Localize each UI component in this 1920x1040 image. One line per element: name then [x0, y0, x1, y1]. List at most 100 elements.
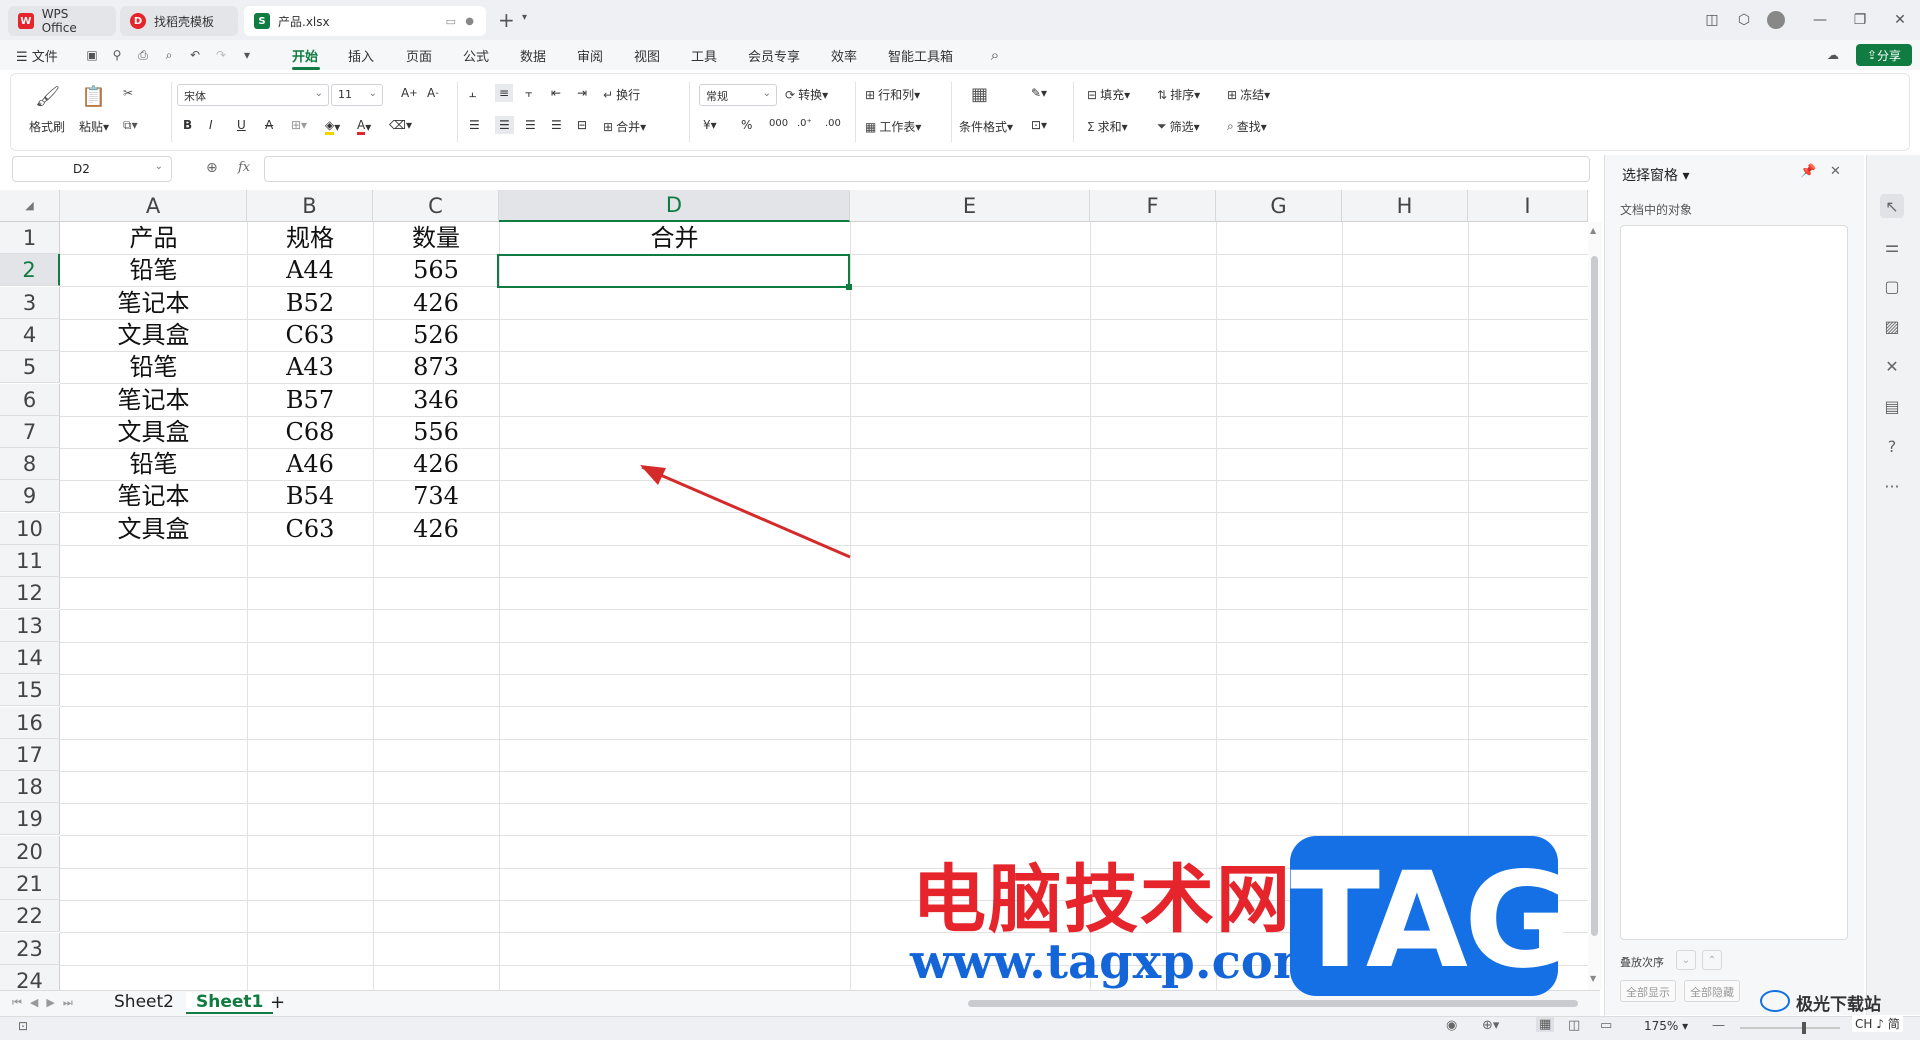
thousands-icon[interactable]: 000 [769, 118, 788, 129]
eye-protection-icon[interactable]: ◉ [1446, 1018, 1457, 1033]
italic-button[interactable]: I [209, 118, 213, 132]
eraser-icon[interactable]: ⌫▾ [389, 118, 412, 132]
zoom-level[interactable]: 175% ▾ [1644, 1019, 1688, 1033]
tab-smart-toolbox[interactable]: 智能工具箱 [888, 46, 953, 65]
tab-docer[interactable]: D 找稻壳模板 [120, 6, 238, 36]
row-header[interactable]: 2 [0, 254, 60, 286]
print-preview-icon[interactable]: ⌕ [162, 48, 176, 62]
zoom-search-icon[interactable]: ⊕ [206, 160, 218, 176]
bold-button[interactable]: B [183, 118, 192, 132]
hide-all-button[interactable]: 全部隐藏 [1684, 980, 1740, 1002]
cell-a8[interactable]: 铅笔 [60, 448, 247, 480]
scroll-down-icon[interactable]: ▼ [1590, 974, 1596, 983]
column-header-a[interactable]: A [60, 190, 247, 222]
book-icon[interactable]: ▤ [1880, 394, 1904, 418]
rows-cols-button[interactable]: ⊞ 行和列 ▾ [865, 86, 920, 103]
cell-b5[interactable]: A43 [247, 351, 373, 383]
chevron-down-icon[interactable]: ▾ [522, 12, 527, 23]
cell-b6[interactable]: B57 [247, 384, 373, 416]
row-header[interactable]: 22 [0, 900, 60, 932]
cell-a7[interactable]: 文具盒 [60, 416, 247, 448]
name-box[interactable]: D2 ⌄ [12, 156, 172, 182]
freeze-button[interactable]: ⊞ 冻结 ▾ [1227, 86, 1270, 103]
normal-view-icon[interactable]: ▦ [1536, 1017, 1555, 1032]
page-break-icon[interactable]: ▭ [1600, 1018, 1612, 1033]
sum-button[interactable]: Σ 求和 ▾ [1087, 118, 1128, 135]
tab-view[interactable]: 视图 [634, 46, 660, 65]
customize-chevron-icon[interactable]: ▾ [240, 48, 254, 62]
cell-c2[interactable]: 565 [373, 254, 499, 286]
increase-font-icon[interactable]: A + [401, 86, 418, 100]
avatar[interactable] [1762, 8, 1790, 32]
scroll-up-icon[interactable]: ▲ [1590, 226, 1596, 235]
search-icon[interactable]: ⌕ [988, 46, 1002, 64]
cell-b2[interactable]: A44 [247, 254, 373, 286]
convert-button[interactable]: ⟳ 转换 ▾ [785, 86, 828, 103]
add-sheet-button[interactable]: + [270, 992, 285, 1013]
cell-b10[interactable]: C63 [247, 513, 373, 545]
row-header[interactable]: 6 [0, 384, 60, 416]
cell-a10[interactable]: 文具盒 [60, 513, 247, 545]
cell-b1[interactable]: 规格 [247, 222, 373, 254]
column-header-b[interactable]: B [247, 190, 373, 222]
cell-a5[interactable]: 铅笔 [60, 351, 247, 383]
indent-increase-icon[interactable]: ⇥ [577, 86, 587, 100]
sheet-nav-icons[interactable]: ⏮◀▶⏭ [12, 996, 81, 1010]
tab-review[interactable]: 审阅 [577, 46, 603, 65]
tab-formula[interactable]: 公式 [463, 46, 489, 65]
justify-icon[interactable]: ☰ [551, 118, 562, 132]
merge-button[interactable]: ⊞ 合并 ▾ [603, 118, 646, 135]
align-left-icon[interactable]: ☰ [469, 118, 480, 132]
decrease-font-icon[interactable]: A- [427, 86, 439, 100]
show-all-button[interactable]: 全部显示 [1620, 980, 1676, 1002]
cell-a4[interactable]: 文具盒 [60, 319, 247, 351]
align-middle-icon[interactable]: ≡ [495, 84, 514, 102]
row-header[interactable]: 20 [0, 836, 60, 868]
cell-a3[interactable]: 笔记本 [60, 287, 247, 319]
conditional-format-button[interactable]: 条件格式 ▾ [959, 118, 1013, 135]
cell-c10[interactable]: 426 [373, 513, 499, 545]
close-icon[interactable]: ✕ [1886, 8, 1914, 32]
cell-style-icon[interactable]: ✎▾ [1031, 86, 1047, 100]
restore-icon[interactable]: ❐ [1846, 8, 1874, 32]
column-header-g[interactable]: G [1216, 190, 1342, 222]
tab-page[interactable]: 页面 [406, 46, 432, 65]
cell-b8[interactable]: A46 [247, 448, 373, 480]
fill-button[interactable]: ⊟ 填充 ▾ [1087, 86, 1130, 103]
image-icon[interactable]: ▨ [1880, 314, 1904, 338]
paste-button[interactable]: 粘贴 ▾ [79, 118, 109, 135]
layout-icon[interactable]: ◫ [1698, 8, 1726, 32]
fill-color-icon[interactable]: ◈ ▾ [325, 118, 340, 135]
sort-button[interactable]: ⇅ 排序 ▾ [1157, 86, 1200, 103]
align-right-icon[interactable]: ☰ [525, 118, 536, 132]
pane-title[interactable]: 选择窗格 ▾ [1622, 165, 1689, 185]
sheet-tab-sheet1[interactable]: Sheet1 [186, 992, 274, 1014]
focus-mode-icon[interactable]: ⊕▾ [1482, 1018, 1499, 1033]
row-header[interactable]: 3 [0, 287, 60, 319]
print-icon[interactable]: ⎙ [136, 48, 150, 62]
tab-tools[interactable]: 工具 [691, 46, 717, 65]
number-format-select[interactable]: 常规 ⌄ [699, 84, 777, 106]
format-painter-button[interactable]: 格式刷 [29, 118, 65, 135]
column-header-d[interactable]: D [499, 190, 850, 222]
cloud-icon[interactable]: ☁ [1826, 48, 1840, 62]
row-header[interactable]: 5 [0, 351, 60, 383]
row-header[interactable]: 7 [0, 416, 60, 448]
cell-b9[interactable]: B54 [247, 480, 373, 512]
comment-icon[interactable]: ▢ [1880, 274, 1904, 298]
sheet-tab-sheet2[interactable]: Sheet2 [114, 992, 174, 1012]
close-pane-icon[interactable]: ✕ [1830, 164, 1841, 179]
cell-d7[interactable] [499, 416, 850, 448]
align-center-icon[interactable]: ☰ [495, 116, 514, 134]
cell-b3[interactable]: B52 [247, 287, 373, 319]
page-layout-icon[interactable]: ◫ [1568, 1018, 1580, 1033]
conditional-format-icon[interactable]: ▦ [971, 84, 988, 105]
worksheet-button[interactable]: ▦ 工作表 ▾ [865, 118, 921, 135]
align-bottom-icon[interactable]: ⫟ [525, 86, 532, 101]
row-header[interactable]: 23 [0, 933, 60, 965]
cell-c7[interactable]: 556 [373, 416, 499, 448]
cell-b4[interactable]: C63 [247, 319, 373, 351]
percent-button[interactable]: % [741, 118, 752, 132]
format-painter-icon[interactable]: 🖌 [35, 84, 60, 108]
zoom-slider[interactable] [1740, 1022, 1840, 1034]
